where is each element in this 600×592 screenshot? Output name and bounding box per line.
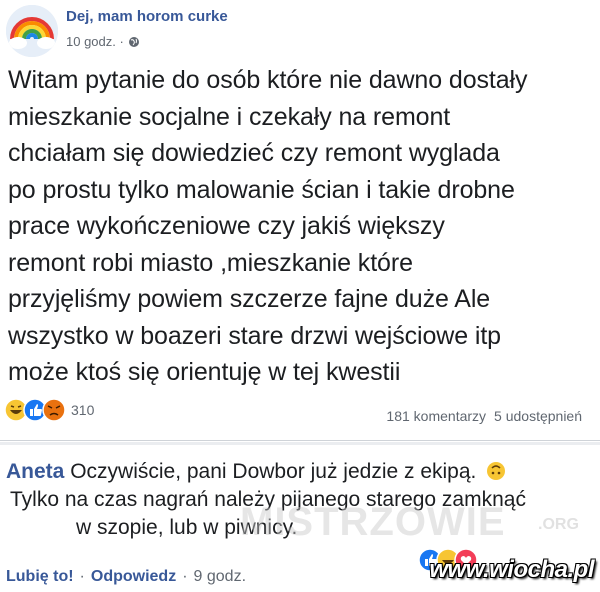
rainbow-cloud-icon xyxy=(6,5,58,57)
globe-icon xyxy=(128,36,139,47)
group-name-link[interactable]: Dej, mam horom curke xyxy=(66,8,228,25)
shares-count-link[interactable]: 5 udostępnień xyxy=(494,408,582,424)
comment-actions: Lubię to! · Odpowiedz · 9 godz. xyxy=(6,568,246,586)
reaction-count: 310 xyxy=(71,402,95,418)
post-body: Witam pytanie do osób które nie dawno do… xyxy=(8,66,528,386)
separator-dot: · xyxy=(182,568,188,585)
site-watermark-logo: www.wiocha.pl xyxy=(429,556,594,583)
reply-button[interactable]: Odpowiedz xyxy=(91,568,176,586)
post: Dej, mam horom curke 10 godz. · Witam py… xyxy=(0,0,600,430)
post-time[interactable]: 10 godz. · xyxy=(66,34,124,49)
post-meta: 10 godz. · xyxy=(66,34,140,49)
like-comment-button[interactable]: Lubię to! xyxy=(6,568,74,586)
upside-down-face-icon xyxy=(487,462,506,480)
comments-count-link[interactable]: 181 komentarzy xyxy=(386,408,486,424)
group-avatar[interactable] xyxy=(6,5,58,57)
divider xyxy=(0,442,600,445)
angry-icon xyxy=(42,398,66,422)
watermark-text: MISTRZOWIE xyxy=(240,500,506,544)
comment-time[interactable]: 9 godz. xyxy=(194,568,246,586)
post-stats: 181 komentarzy 5 udostępnień xyxy=(386,408,582,424)
comment-author-link[interactable]: Aneta xyxy=(6,460,64,483)
watermark-domain: .ORG xyxy=(538,516,579,533)
separator-dot: · xyxy=(79,568,85,585)
divider xyxy=(0,440,600,441)
reaction-summary[interactable]: 310 xyxy=(4,398,94,422)
comment-line-1: Oczywiście, pani Dowbor już jedzie z eki… xyxy=(70,460,477,483)
